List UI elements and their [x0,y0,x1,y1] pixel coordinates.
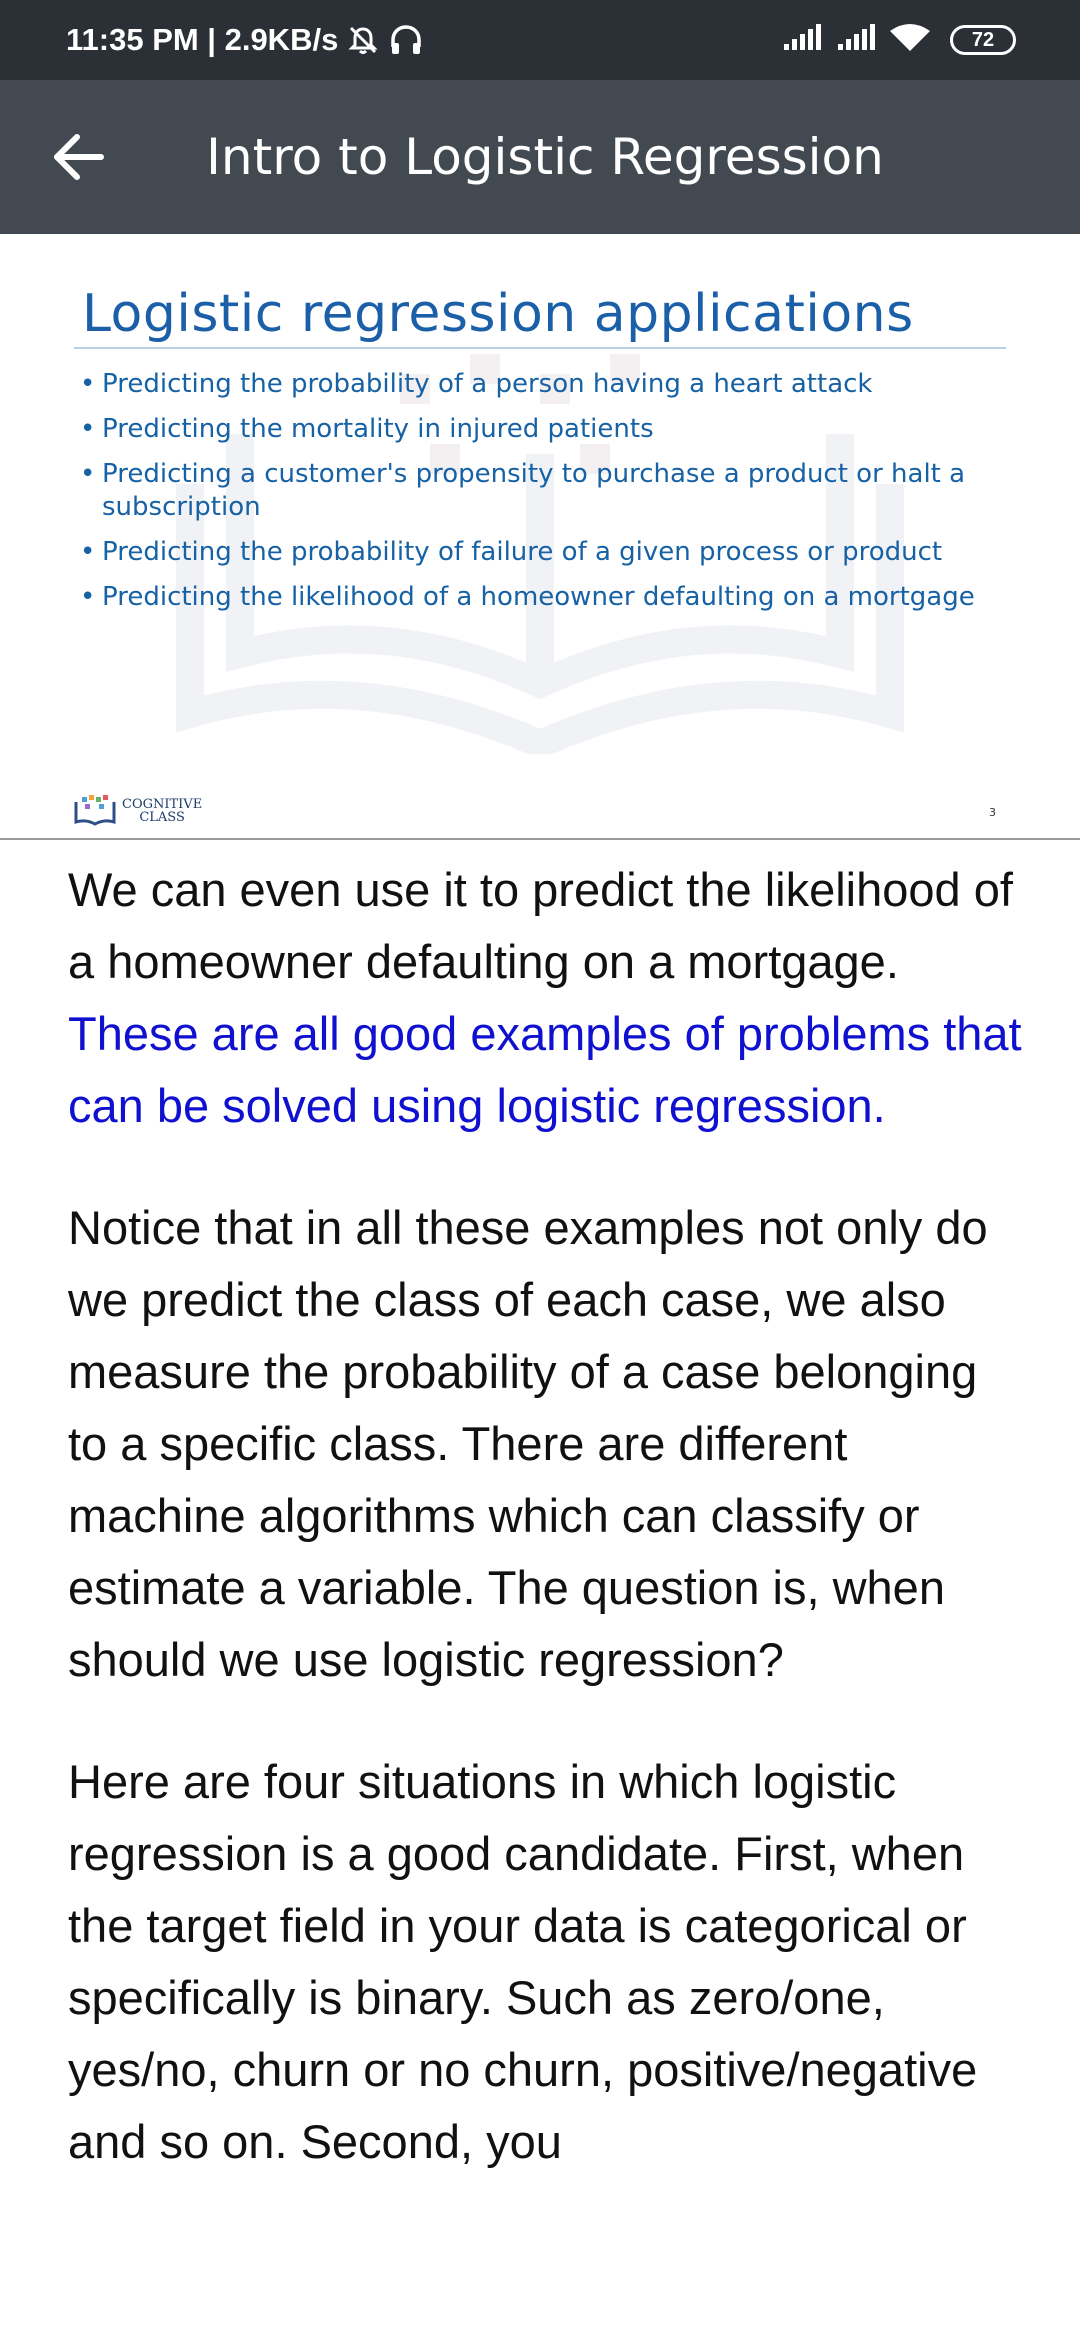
slide-bullet: • Predicting the likelihood of a homeowne… [80,582,975,612]
battery-icon: 72 [950,25,1016,55]
slide-title: Logistic regression applications [82,284,914,344]
status-time-speed: 11:35 PM | 2.9KB/s [66,22,339,57]
slide-bullet: • Predicting the probability of failure o… [80,537,943,567]
slide-bullet: • Predicting a customer's propensity to p… [80,459,966,522]
signal-icon [836,24,876,56]
transcript-text: We can even use it to predict the likeli… [68,863,1013,988]
cognitive-class-logo: COGNITIVE CLASS [74,794,202,828]
slide-bullet: • Predicting the probability of a person … [80,369,873,399]
signal-icon [782,24,822,56]
slide-divider [74,347,1006,349]
slide-bullet: • Predicting the mortality in injured pat… [80,414,654,444]
app-bar: Intro to Logistic Regression [0,80,1080,234]
slide-bullet-list: • Predicting the probability of a person … [78,368,1018,626]
battery-level: 72 [971,28,995,51]
alarm-off-icon [346,23,380,57]
book-logo-icon [74,795,116,826]
transcript-paragraph: Notice that in all these examples not on… [68,1201,988,1686]
page-title: Intro to Logistic Regression [206,128,884,186]
current-caption-highlight[interactable]: These are all good examples of problems … [68,1007,1022,1132]
transcript-paragraph: We can even use it to predict the likeli… [68,854,1028,1142]
logo-line-2: CLASS [139,810,185,825]
status-left: 11:35 PM | 2.9KB/s [66,0,424,80]
headset-icon [388,23,424,57]
transcript: We can even use it to predict the likeli… [68,854,1028,2228]
status-bar: 11:35 PM | 2.9KB/s 72 [0,0,1080,80]
transcript-paragraph: Here are four situations in which logist… [68,1755,978,2168]
status-right: 72 [782,0,1016,80]
slide-page-number: 3 [989,806,996,819]
wifi-icon [890,23,930,57]
lecture-slide: Logistic regression applications • Predic… [0,234,1080,840]
